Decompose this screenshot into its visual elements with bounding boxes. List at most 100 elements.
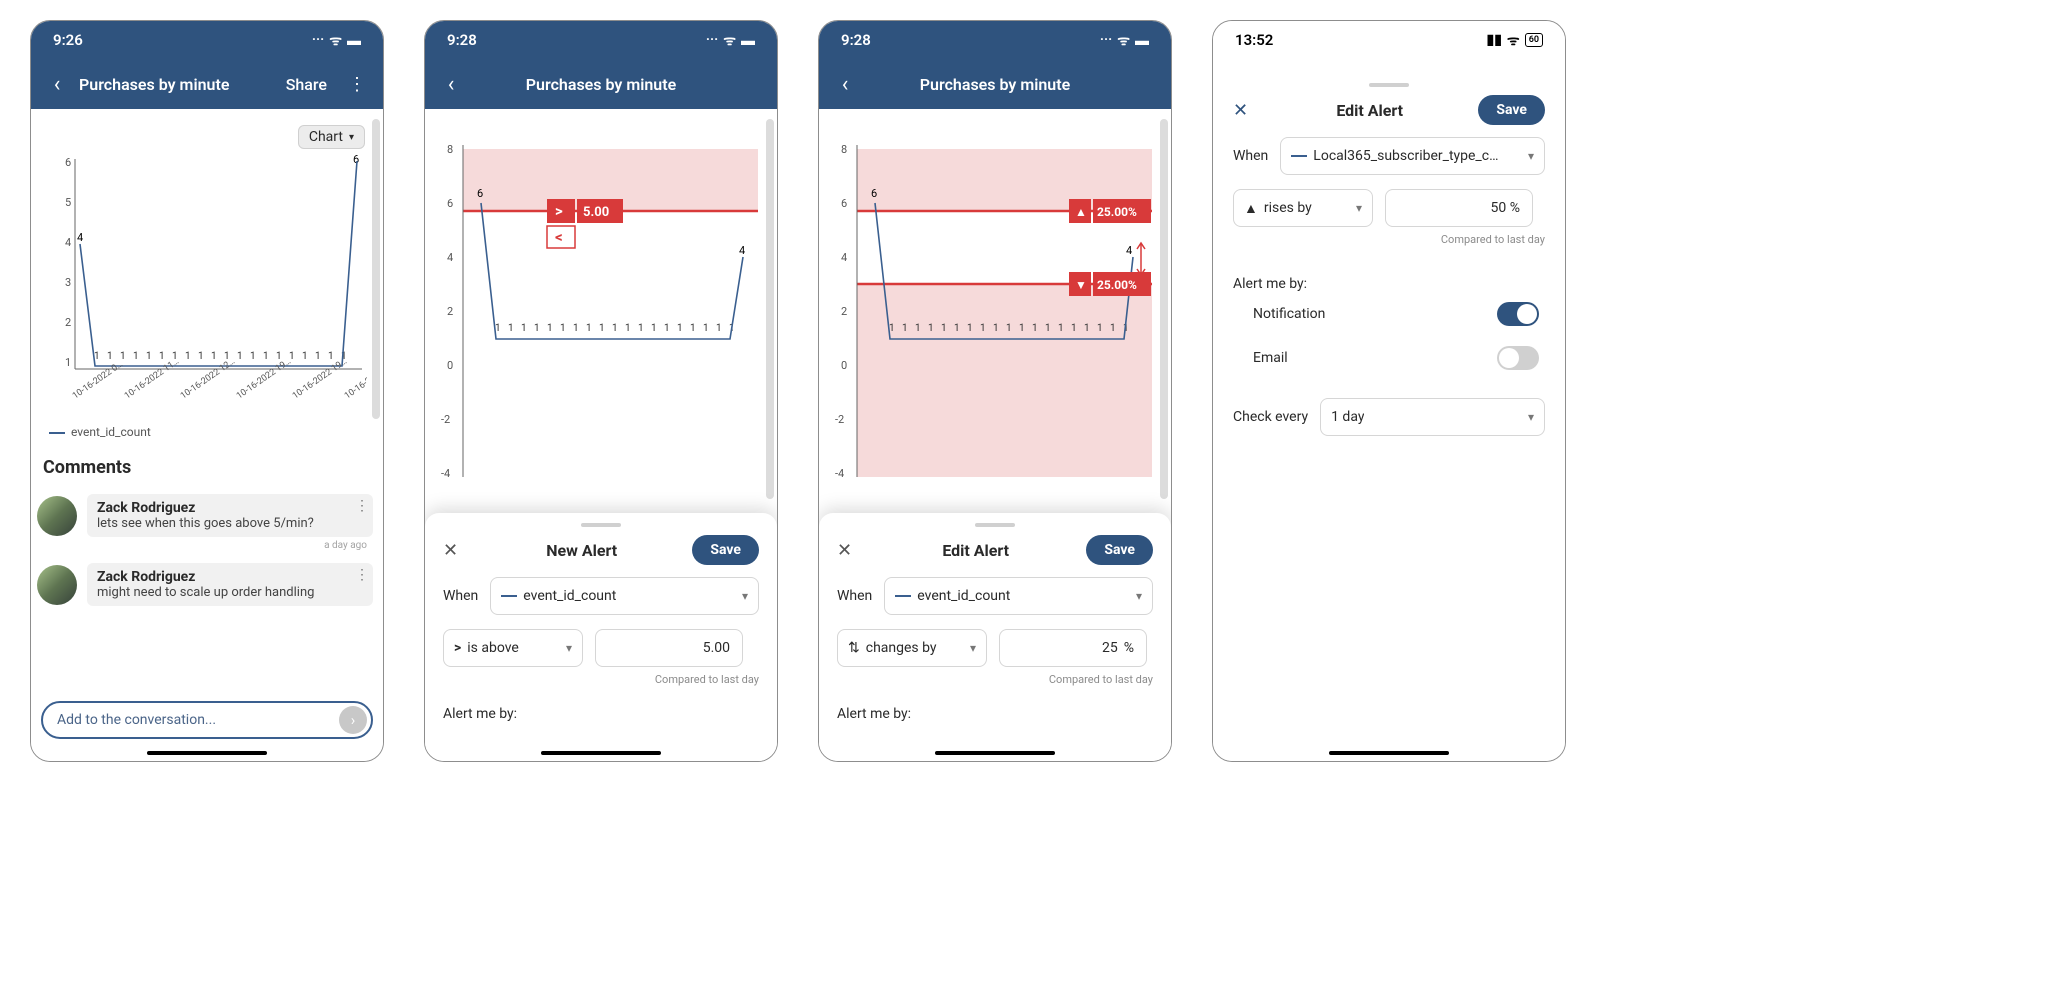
wifi-icon: ᯤ [329, 31, 342, 50]
threshold-handle[interactable]: > 5.00 < [547, 199, 623, 248]
battery-icon: ▬ [1135, 32, 1149, 49]
svg-text:1: 1 [993, 323, 999, 334]
compared-label: Compared to last day [837, 673, 1153, 686]
check-every-selector[interactable]: 1 day ▾ [1320, 398, 1545, 436]
close-button[interactable]: ✕ [837, 540, 865, 561]
svg-text:1: 1 [198, 351, 204, 362]
svg-text:1: 1 [1019, 323, 1025, 334]
share-button[interactable]: Share [286, 75, 327, 94]
comment-body[interactable]: ⋮ Zack Rodriguez might need to scale up … [87, 563, 373, 606]
content: 864 20-2-4 1111111111111111111 6 4 > 5.0… [425, 109, 777, 761]
svg-text:1: 1 [289, 351, 295, 362]
avatar [37, 565, 77, 605]
chevron-down-icon: ▾ [1356, 201, 1362, 215]
condition-selector[interactable]: ⇅changes by ▾ [837, 629, 987, 667]
save-button[interactable]: Save [1086, 535, 1153, 565]
y-axis: 864 20-2-4 [835, 143, 847, 480]
close-button[interactable]: ✕ [1233, 100, 1261, 121]
changes-by-icon: ⇅ [848, 640, 860, 656]
phone-4: 13:52 ▮▮ ᯤ 60 ✕ Edit Alert Save When Loc… [1212, 20, 1566, 762]
svg-text:0: 0 [447, 359, 453, 372]
svg-text:1: 1 [980, 323, 986, 334]
field-selector[interactable]: Local365_subscriber_type_c… ▾ [1280, 137, 1545, 175]
comment-text: lets see when this goes above 5/min? [97, 516, 363, 531]
svg-text:10-16-2022 19…: 10-16-2022 19… [235, 357, 293, 402]
clock: 9:28 [841, 31, 871, 49]
comment-body[interactable]: ⋮ Zack Rodriguez lets see when this goes… [87, 494, 373, 537]
dots-icon: ··· [1100, 32, 1112, 48]
svg-text:-2: -2 [835, 413, 844, 426]
sheet-title: Edit Alert [1336, 101, 1403, 120]
alert-sheet: ✕ Edit Alert Save When Local365_subscrib… [1213, 73, 1565, 761]
chevron-down-icon: ▾ [1136, 589, 1142, 603]
svg-text:1: 1 [1071, 323, 1077, 334]
back-button[interactable]: ‹ [43, 70, 71, 98]
close-button[interactable]: ✕ [443, 540, 471, 561]
status-icons: ▮▮ ᯤ 60 [1486, 31, 1543, 50]
svg-text:2: 2 [841, 305, 847, 318]
svg-text:4: 4 [447, 251, 453, 264]
svg-text:1: 1 [664, 323, 670, 334]
email-toggle[interactable] [1497, 346, 1539, 370]
svg-text:1: 1 [302, 351, 308, 362]
svg-text:1: 1 [1058, 323, 1064, 334]
notification-toggle[interactable] [1497, 302, 1539, 326]
chart-type-selector[interactable]: Chart [298, 125, 365, 149]
field-selector[interactable]: event_id_count ▾ [884, 577, 1153, 615]
svg-text:1: 1 [107, 351, 113, 362]
svg-text:-4: -4 [835, 467, 844, 480]
comment-menu-button[interactable]: ⋮ [355, 567, 369, 583]
svg-text:6: 6 [65, 156, 71, 169]
svg-text:1: 1 [954, 323, 960, 334]
condition-selector[interactable]: >is above ▾ [443, 629, 583, 667]
svg-text:25.00%: 25.00% [1097, 205, 1137, 219]
y-axis: 654 321 [65, 156, 362, 369]
svg-text:-4: -4 [441, 467, 450, 480]
svg-text:1: 1 [133, 351, 139, 362]
status-icons: ···ᯤ▬ [1100, 31, 1149, 50]
compose-placeholder: Add to the conversation... [57, 712, 339, 728]
svg-text:-2: -2 [441, 413, 450, 426]
dots-icon: ··· [706, 32, 718, 48]
avatar [37, 496, 77, 536]
back-button[interactable]: ‹ [831, 70, 859, 98]
notification-toggle-row: Notification [1233, 292, 1545, 336]
svg-text:1: 1 [508, 323, 514, 334]
scroll-indicator [1160, 119, 1168, 499]
page-title: Purchases by minute [473, 75, 729, 94]
svg-text:6: 6 [477, 187, 483, 200]
svg-text:1: 1 [1006, 323, 1012, 334]
more-menu-button[interactable]: ⋮ [343, 74, 371, 95]
sheet-handle[interactable] [1369, 83, 1409, 87]
save-button[interactable]: Save [692, 535, 759, 565]
compose-input[interactable]: Add to the conversation... › [41, 701, 373, 739]
status-bar: 13:52 ▮▮ ᯤ 60 [1213, 21, 1565, 59]
send-button[interactable]: › [339, 706, 367, 734]
svg-text:1: 1 [237, 351, 243, 362]
save-button[interactable]: Save [1478, 95, 1545, 125]
chart: 654 321 4 6 11111111111111111111 10-16-2… [37, 121, 367, 421]
value-input[interactable]: 5.00 [595, 629, 743, 667]
chart: 864 20-2-4 1111111111111111111 6 4 ▲ 25.… [819, 109, 1159, 489]
comment-menu-button[interactable]: ⋮ [355, 498, 369, 514]
svg-text:5: 5 [65, 196, 71, 209]
line-series [80, 161, 357, 366]
nav-bar: ‹ Purchases by minute [819, 59, 1171, 109]
svg-text:1: 1 [1045, 323, 1051, 334]
chevron-down-icon: ▾ [1528, 410, 1534, 424]
home-indicator [1329, 751, 1449, 755]
value-input[interactable]: 50 % [1385, 189, 1533, 227]
back-button[interactable]: ‹ [437, 70, 465, 98]
notification-label: Notification [1253, 306, 1325, 322]
svg-text:1: 1 [638, 323, 644, 334]
nav-bar: ‹ Purchases by minute [425, 59, 777, 109]
field-selector[interactable]: event_id_count ▾ [490, 577, 759, 615]
sheet-handle[interactable] [975, 523, 1015, 527]
condition-selector[interactable]: ▲rises by ▾ [1233, 189, 1373, 227]
svg-text:1: 1 [263, 351, 269, 362]
value-input[interactable]: 25% [999, 629, 1147, 667]
x-axis: 10-16-2022 0… 10-16-2022 11… 10-16-2022 … [71, 357, 367, 402]
upper-band-badge[interactable]: ▲ 25.00% [1069, 199, 1151, 223]
lower-band-badge[interactable]: ▼ 25.00% [1069, 272, 1151, 296]
sheet-handle[interactable] [581, 523, 621, 527]
